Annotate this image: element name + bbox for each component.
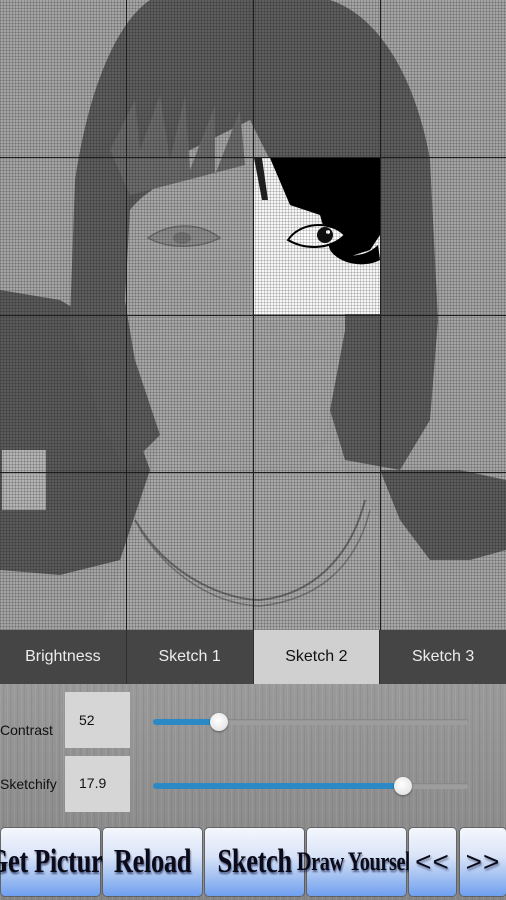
tab-sketch-2[interactable]: Sketch 2	[253, 630, 381, 684]
get-picture-label: Get Picture	[0, 843, 114, 880]
grid-line-horizontal	[0, 472, 506, 473]
tab-sketch-3[interactable]: Sketch 3	[380, 630, 506, 684]
sketchify-slider[interactable]	[153, 773, 469, 797]
contrast-label: Contrast	[0, 722, 53, 738]
contrast-value: 52	[65, 692, 130, 748]
previous-button[interactable]: <<	[409, 828, 456, 896]
tab-brightness[interactable]: Brightness	[0, 630, 127, 684]
slider-fill	[153, 783, 403, 789]
previous-label: <<	[415, 846, 450, 877]
sketch-button[interactable]: Sketch	[205, 828, 304, 896]
draw-yourself-label: Draw Yourself	[296, 847, 417, 876]
action-button-bar: Get Picture Reload Sketch Draw Yourself …	[0, 828, 506, 898]
draw-yourself-button[interactable]: Draw Yourself	[297, 828, 417, 896]
filter-tab-bar: Brightness Sketch 1 Sketch 2 Sketch 3	[0, 630, 506, 684]
slider-thumb[interactable]	[393, 777, 412, 795]
grid-line-horizontal	[0, 157, 506, 158]
next-label: >>	[465, 846, 501, 877]
next-button[interactable]: >>	[460, 828, 506, 896]
sketchify-value: 17.9	[65, 756, 130, 812]
contrast-slider[interactable]	[153, 709, 469, 733]
reload-button[interactable]: Reload	[103, 828, 202, 896]
sketch-canvas[interactable]	[0, 0, 506, 630]
grid-line-horizontal	[0, 315, 506, 316]
reload-label: Reload	[113, 843, 192, 880]
sketchify-label: Sketchify	[0, 776, 57, 792]
tab-sketch-1[interactable]: Sketch 1	[127, 630, 254, 684]
sketch-label: Sketch	[217, 843, 292, 880]
get-picture-button[interactable]: Get Picture	[0, 828, 114, 896]
slider-thumb[interactable]	[210, 713, 229, 731]
